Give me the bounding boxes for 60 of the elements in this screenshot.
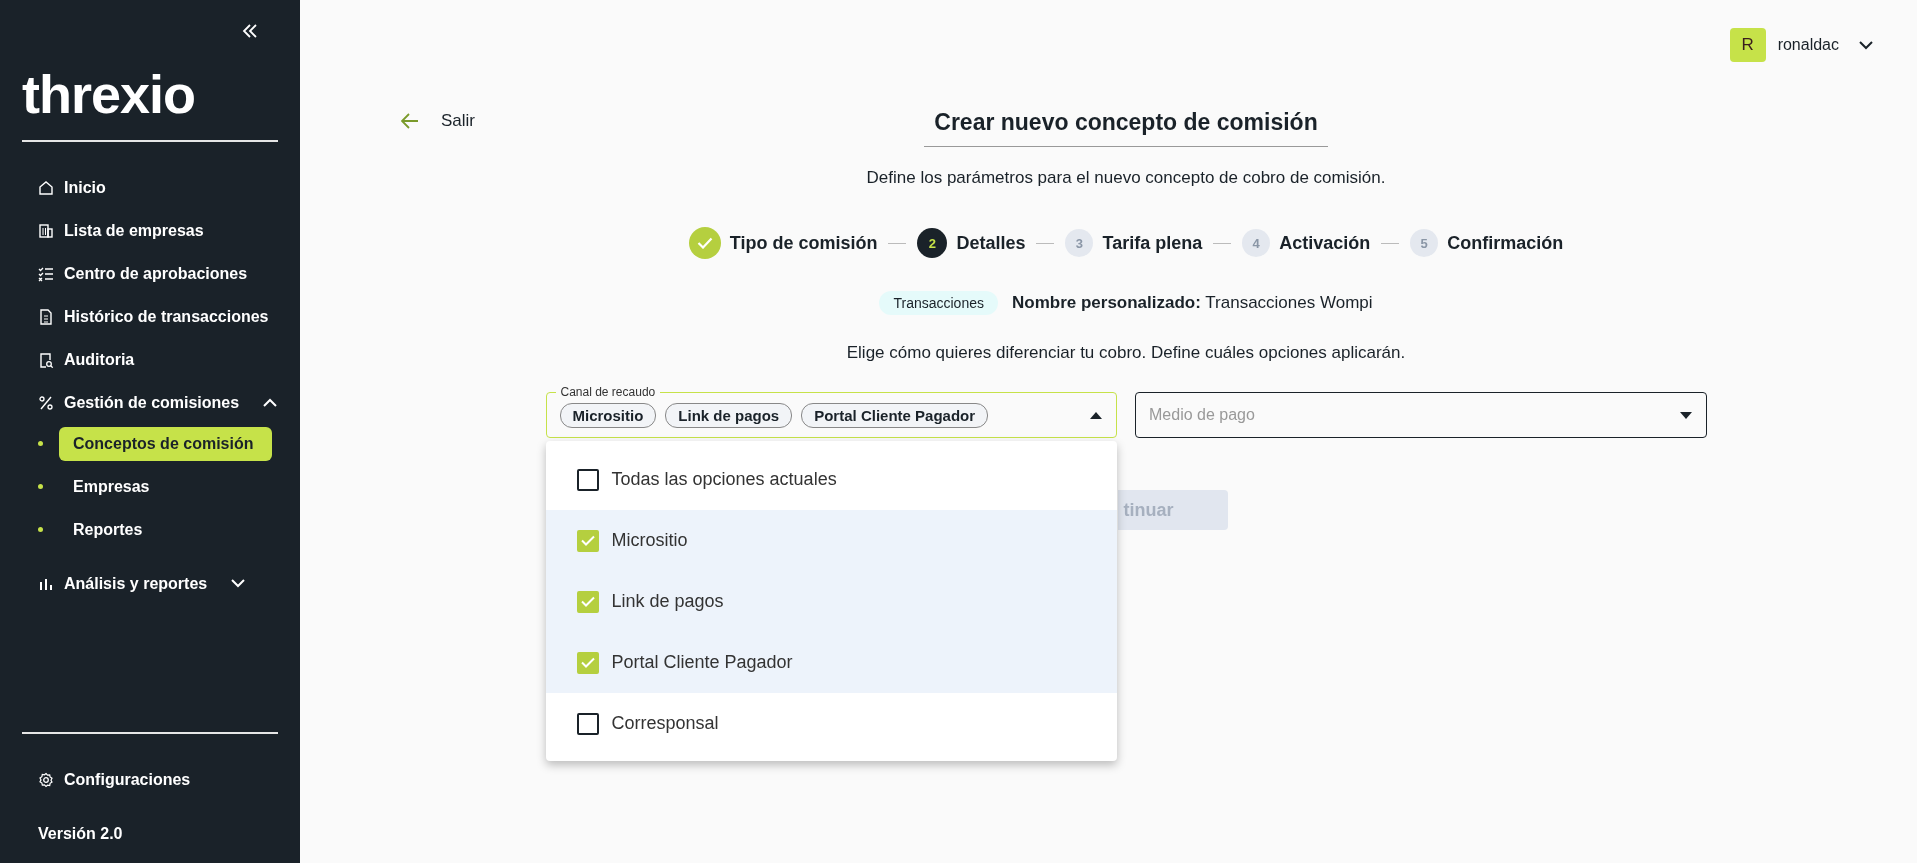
menu-option[interactable]: Todas las opciones actuales [545, 449, 1117, 510]
instruction-text: Elige cómo quieres diferenciar tu cobro. Define cuáles opciones aplicarán. [845, 343, 1407, 363]
settings-icon [38, 771, 54, 788]
nav-item[interactable]: Lista de empresas [38, 209, 278, 252]
back-link[interactable]: Salir [395, 101, 481, 132]
menu-option[interactable]: Corresponsal [545, 693, 1117, 754]
nav-subitem[interactable]: Empresas [59, 469, 272, 504]
chevron-icon [231, 579, 246, 588]
type-tag: Transacciones [879, 291, 998, 315]
logo: threxio [22, 67, 197, 126]
dropdown-arrow-icon [1090, 411, 1102, 419]
step-label: Activación [1279, 232, 1371, 254]
menu-option[interactable]: Micrositio [545, 510, 1117, 571]
nav-item[interactable]: Inicio [38, 166, 278, 209]
chevron-icon [263, 398, 278, 407]
checkmark-icon [580, 596, 595, 607]
document-icon [38, 308, 54, 325]
nav-item[interactable]: Gestión de comisiones [38, 381, 278, 424]
nav-subitem[interactable]: Reportes [59, 512, 272, 547]
step-number: 4 [1242, 229, 1271, 257]
checkmark-icon [580, 657, 595, 668]
nav-item[interactable]: Centro de aprobaciones [38, 252, 278, 295]
step-label: Tipo de comisión [729, 232, 878, 254]
checklist-icon [38, 265, 54, 282]
step-number: 5 [1410, 229, 1439, 257]
chevron-icon [1859, 40, 1873, 50]
version-label: Versión 2.0 [37, 824, 124, 844]
home-icon [38, 179, 54, 196]
step-label: Tarifa plena [1102, 232, 1203, 254]
page-title: Crear nuevo concepto de comisión [924, 101, 1328, 147]
nav-subitem[interactable]: Conceptos de comisión [59, 426, 272, 461]
checkbox[interactable] [576, 712, 599, 735]
step-label: Detalles [956, 232, 1026, 254]
step-label: Confirmación [1447, 232, 1564, 254]
document-search-icon [38, 351, 54, 368]
building-icon [38, 222, 54, 239]
checkmark-icon [580, 535, 595, 546]
step-number: 3 [1065, 229, 1094, 257]
bullet-icon [38, 527, 43, 532]
nav-item[interactable]: Histórico de transacciones [38, 295, 278, 338]
custom-name-text: Nombre personalizado: Transacciones Wompi [1011, 293, 1373, 313]
bullet-icon [38, 441, 43, 446]
selected-chip: Portal Cliente Pagador [801, 402, 989, 428]
menu-option[interactable]: Link de pagos [545, 571, 1117, 632]
user-avatar: R [1729, 28, 1766, 62]
selected-chip: Micrositio [559, 402, 657, 428]
menu-option[interactable]: Portal Cliente Pagador [545, 632, 1117, 693]
checkbox[interactable] [576, 468, 599, 491]
dropdown-arrow-icon [1679, 411, 1692, 419]
nav-item[interactable]: Configuraciones [38, 758, 278, 801]
selected-chip: Link de pagos [665, 402, 793, 428]
user-name[interactable]: ronaldac [1777, 36, 1839, 54]
step-number: 2 [917, 228, 948, 258]
page-subtitle: Define los parámetros para el nuevo concepto de cobro de comisión. [865, 168, 1387, 188]
bullet-icon [38, 484, 43, 489]
arrow-left-icon [401, 113, 419, 129]
percent-icon [38, 394, 54, 411]
nav-item[interactable]: Auditoria [38, 338, 278, 381]
nav-item[interactable]: Análisis y reportes [38, 562, 278, 605]
collapse-icon[interactable] [242, 24, 258, 38]
